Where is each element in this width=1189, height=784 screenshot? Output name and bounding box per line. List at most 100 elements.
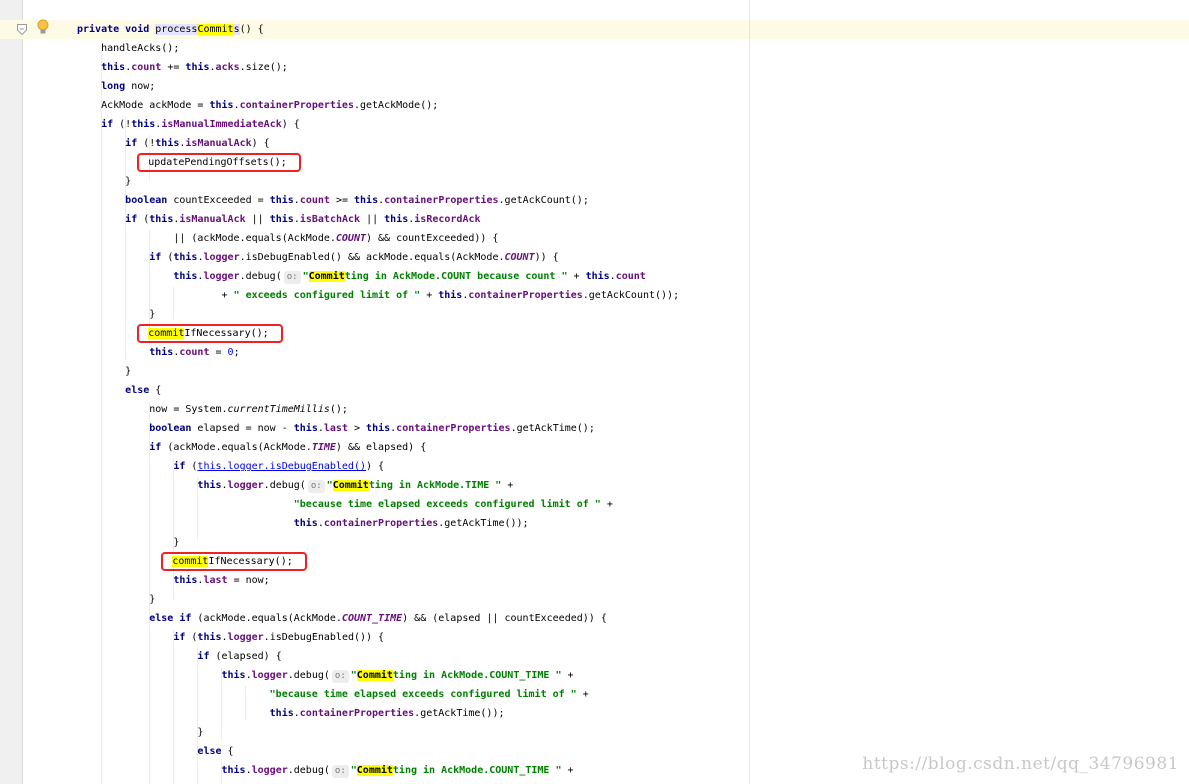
code-token — [77, 214, 125, 225]
code-token: containerProperties — [384, 195, 498, 206]
code-token: > — [348, 423, 366, 434]
code-line[interactable]: if (ackMode.equals(AckMode.TIME) && elap… — [77, 438, 426, 457]
code-line[interactable]: } — [77, 305, 155, 324]
code-token: this — [131, 119, 155, 130]
code-line[interactable]: } — [77, 533, 179, 552]
code-token[interactable]: this.logger.isDebugEnabled() — [197, 461, 366, 472]
code-token: ) && elapsed) { — [336, 442, 426, 453]
code-line[interactable]: if (!this.isManualAck) { — [77, 134, 270, 153]
code-line[interactable]: AckMode ackMode = this.containerProperti… — [77, 96, 438, 115]
line-gutter — [23, 0, 56, 784]
code-token: logger — [228, 632, 264, 643]
code-line[interactable]: this.logger.debug(o:"Committing in AckMo… — [77, 761, 574, 780]
code-token: if — [125, 138, 137, 149]
code-line[interactable]: this.logger.debug(o:"Committing in AckMo… — [77, 666, 574, 685]
code-line[interactable]: boolean elapsed = now - this.last > this… — [77, 419, 595, 438]
parameter-hint: o: — [308, 480, 325, 493]
code-line[interactable]: } — [77, 172, 131, 191]
code-token: commit — [148, 328, 184, 339]
code-token: .isDebugEnabled()) { — [264, 632, 384, 643]
code-token: this — [366, 423, 390, 434]
code-line[interactable]: updatePendingOffsets(); — [77, 153, 299, 172]
code-token: " — [303, 271, 309, 282]
code-line[interactable]: if (this.isManualAck || this.isBatchAck … — [77, 210, 481, 229]
code-token — [77, 632, 173, 643]
code-token — [77, 442, 149, 453]
parameter-hint: o: — [284, 271, 301, 284]
code-line[interactable]: else { — [77, 742, 234, 761]
fold-icon[interactable] — [17, 24, 27, 35]
code-line[interactable]: if (elapsed) { — [77, 647, 282, 666]
code-token: countExceeded = — [167, 195, 269, 206]
code-line[interactable]: boolean countExceeded = this.count >= th… — [77, 191, 589, 210]
code-token: elapsed = now - — [191, 423, 293, 434]
code-token: ting in AckMode.COUNT because count " — [345, 271, 568, 282]
code-token: { — [149, 385, 161, 396]
code-token: logger — [203, 271, 239, 282]
code-token: containerProperties — [300, 708, 414, 719]
code-line[interactable]: this.containerProperties.getAckTime()); — [77, 514, 529, 533]
code-token: isBatchAck — [300, 214, 360, 225]
code-line[interactable]: commitIfNecessary(); — [77, 324, 281, 343]
code-line[interactable]: } — [77, 362, 131, 381]
code-line[interactable]: if (!this.isManualImmediateAck) { — [77, 115, 300, 134]
code-token — [77, 670, 222, 681]
code-token: ting in AckMode.COUNT_TIME " — [393, 670, 562, 681]
code-token: now = System. — [77, 404, 228, 415]
code-token: currentTimeMillis — [228, 404, 330, 415]
code-token: this — [155, 138, 179, 149]
code-line[interactable]: this.logger.debug(o:"Committing in AckMo… — [77, 476, 513, 495]
code-line[interactable]: } — [77, 590, 155, 609]
code-token: now; — [125, 81, 155, 92]
code-line[interactable]: if (this.logger.isDebugEnabled() && ackM… — [77, 248, 559, 267]
code-token: { — [222, 746, 234, 757]
code-token: last — [203, 575, 227, 586]
code-token: .debug( — [288, 765, 330, 776]
code-token: .getAckCount(); — [499, 195, 589, 206]
code-line[interactable]: "because time elapsed exceeds configured… — [77, 495, 613, 514]
lightbulb-icon[interactable] — [37, 19, 49, 35]
code-token: >= — [330, 195, 354, 206]
code-line[interactable]: handleAcks(); — [77, 39, 179, 58]
code-line[interactable]: if (this.logger.isDebugEnabled()) { — [77, 457, 384, 476]
code-token — [77, 746, 197, 757]
code-token: ) { — [282, 119, 300, 130]
code-line[interactable]: private void processCommits() { — [77, 20, 264, 39]
code-token: containerProperties — [324, 518, 438, 529]
code-line[interactable]: else { — [77, 381, 161, 400]
code-line[interactable]: long now; — [77, 77, 155, 96]
annotation-box: updatePendingOffsets(); — [139, 155, 298, 170]
code-line[interactable]: now = System.currentTimeMillis(); — [77, 400, 348, 419]
code-line[interactable]: else if (ackMode.equals(AckMode.COUNT_TI… — [77, 609, 607, 628]
code-token: this — [101, 62, 125, 73]
code-line[interactable]: this.last = now; — [77, 571, 270, 590]
code-token: } — [77, 594, 155, 605]
code-line[interactable]: this.logger.debug(o:"Committing in AckMo… — [77, 267, 646, 286]
code-token: COUNT_TIME — [342, 613, 402, 624]
code-token — [77, 195, 125, 206]
code-line[interactable]: "because time elapsed exceeds configured… — [77, 685, 589, 704]
code-line[interactable]: this.count = 0; — [77, 343, 240, 362]
code-token: count — [179, 347, 209, 358]
code-token: else if — [149, 613, 191, 624]
code-token: logger — [252, 670, 288, 681]
code-token: } — [77, 366, 131, 377]
code-line[interactable]: this.containerProperties.getAckTime()); — [77, 704, 504, 723]
code-token: boolean — [125, 195, 167, 206]
code-line[interactable]: + " exceeds configured limit of " + this… — [77, 286, 679, 305]
code-token: this — [222, 670, 246, 681]
code-token: this — [209, 100, 233, 111]
code-token — [77, 575, 173, 586]
code-line[interactable]: commitIfNecessary(); — [77, 552, 305, 571]
code-token: || — [360, 214, 384, 225]
code-line[interactable]: this.count += this.acks.size(); — [77, 58, 288, 77]
code-line[interactable]: || (ackMode.equals(AckMode.COUNT) && cou… — [77, 229, 498, 248]
code-line[interactable]: } — [77, 723, 203, 742]
code-token — [77, 689, 270, 700]
code-token: if — [149, 442, 161, 453]
code-token: ( — [137, 214, 149, 225]
code-line[interactable]: if (this.logger.isDebugEnabled()) { — [77, 628, 384, 647]
code-token: ting in AckMode.COUNT_TIME " — [393, 765, 562, 776]
code-token: + — [77, 290, 234, 301]
code-token — [77, 271, 173, 282]
